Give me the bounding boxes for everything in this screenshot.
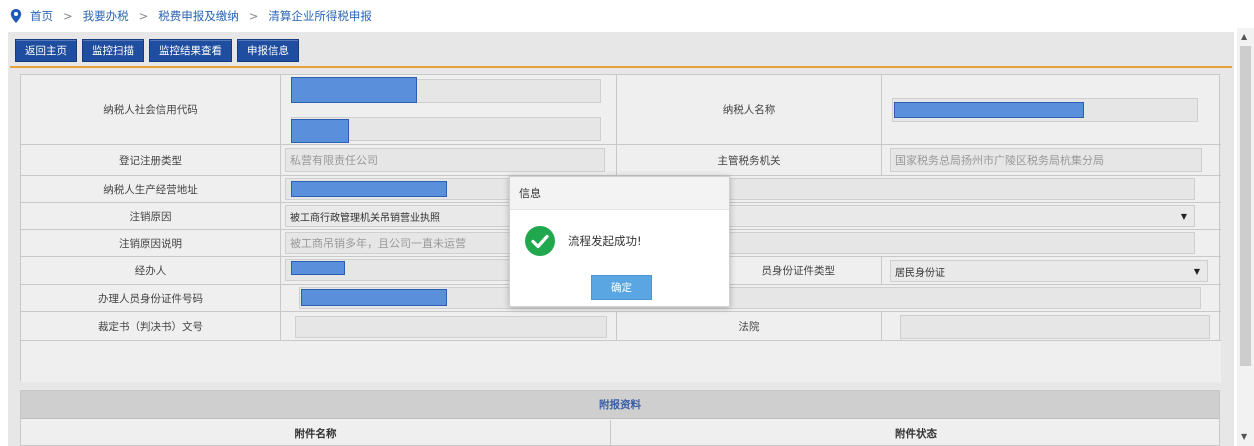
vertical-scrollbar[interactable]: ▲ ▼ — [1237, 28, 1254, 446]
handler-id-cell — [281, 285, 1221, 312]
monitor-scan-button[interactable]: 监控扫描 — [82, 39, 144, 62]
scroll-up-icon[interactable]: ▲ — [1241, 32, 1247, 41]
breadcrumb-tax-service[interactable]: 我要办税 — [83, 8, 129, 24]
court-label: 法院 — [617, 312, 882, 341]
monitor-result-button[interactable]: 监控结果查看 — [149, 39, 232, 62]
credit-code-cell — [281, 75, 617, 145]
breadcrumb-separator: > — [138, 9, 149, 23]
declare-info-button[interactable]: 申报信息 — [237, 39, 299, 62]
taxpayer-name-label: 纳税人名称 — [617, 75, 882, 145]
handler-id-label: 办理人员身份证件号码 — [21, 285, 281, 312]
tax-authority-cell: 国家税务总局扬州市广陵区税务局杭集分局 — [882, 145, 1221, 176]
breadcrumb: 首页 > 我要办税 > 税费申报及缴纳 > 清算企业所得税申报 — [10, 4, 372, 28]
check-circle-icon — [525, 226, 555, 256]
attachment-status-header: 附件状态 — [895, 428, 937, 440]
cancel-desc-input[interactable]: 被工商吊销多年，且公司一直未运营 — [285, 232, 1195, 254]
reg-type-label: 登记注册类型 — [21, 145, 281, 176]
reg-type-input[interactable]: 私营有限责任公司 — [285, 148, 605, 172]
breadcrumb-separator: > — [248, 9, 259, 23]
address-cell — [281, 176, 1221, 203]
redaction-mask — [291, 119, 349, 143]
cancel-reason-select[interactable]: 被工商行政管理机关吊销营业执照 ▼ — [285, 205, 1195, 227]
attachment-name-header: 附件名称 — [21, 420, 611, 446]
cancel-reason-value: 被工商行政管理机关吊销营业执照 — [290, 212, 440, 224]
redaction-mask — [291, 261, 345, 275]
dialog-message: 流程发起成功! — [568, 234, 642, 248]
tax-authority-input[interactable]: 国家税务总局扬州市广陵区税务局杭集分局 — [890, 148, 1202, 172]
breadcrumb-home[interactable]: 首页 — [30, 8, 53, 24]
agent-label: 经办人 — [21, 257, 281, 285]
reg-type-cell: 私营有限责任公司 — [281, 145, 617, 176]
breadcrumb-current: 清算企业所得税申报 — [268, 9, 372, 23]
redaction-mask — [894, 102, 1084, 118]
dialog-body: 流程发起成功! — [524, 225, 642, 257]
info-dialog: 信息 流程发起成功! 确定 — [509, 176, 730, 307]
tax-authority-label: 主管税务机关 — [617, 145, 882, 176]
toolbar-divider — [10, 66, 1232, 68]
ruling-cell — [281, 312, 617, 341]
scrollbar-thumb[interactable] — [1240, 46, 1251, 366]
attachments-title: 附报资料 — [21, 391, 1219, 419]
breadcrumb-declare-pay[interactable]: 税费申报及缴纳 — [158, 8, 239, 24]
page: 首页 > 我要办税 > 税费申报及缴纳 > 清算企业所得税申报 返回主页 监控扫… — [0, 0, 1254, 446]
ruling-label: 裁定书（判决书）文号 — [21, 312, 281, 341]
breadcrumb-separator: > — [63, 9, 73, 23]
form-spacer — [21, 341, 1221, 382]
taxpayer-name-cell — [882, 75, 1221, 145]
caret-down-icon: ▼ — [1180, 211, 1187, 221]
caret-down-icon: ▼ — [1193, 266, 1200, 276]
agent-id-type-value: 居民身份证 — [895, 267, 945, 279]
ruling-input[interactable] — [295, 316, 607, 338]
redaction-mask — [291, 181, 447, 197]
cancel-reason-cell: 被工商行政管理机关吊销营业执照 ▼ — [281, 203, 1221, 230]
location-pin-icon — [10, 9, 22, 23]
cancel-desc-cell: 被工商吊销多年，且公司一直未运营 — [281, 230, 1221, 257]
redaction-mask — [291, 77, 417, 103]
cancel-desc-label: 注销原因说明 — [21, 230, 281, 257]
court-cell — [882, 312, 1221, 341]
back-home-button[interactable]: 返回主页 — [15, 39, 77, 62]
toolbar: 返回主页 监控扫描 监控结果查看 申报信息 — [15, 39, 299, 62]
attachments-table: 附报资料 附件名称 附件状态 — [20, 390, 1220, 446]
credit-code-label: 纳税人社会信用代码 — [21, 75, 281, 145]
scroll-down-icon[interactable]: ▼ — [1241, 432, 1247, 441]
agent-id-type-cell: 居民身份证 ▼ — [882, 257, 1221, 285]
redaction-mask — [301, 289, 447, 306]
confirm-button[interactable]: 确定 — [591, 275, 652, 300]
agent-id-type-select[interactable]: 居民身份证 ▼ — [890, 260, 1208, 282]
dialog-title: 信息 — [510, 177, 729, 210]
cancel-reason-label: 注销原因 — [21, 203, 281, 230]
address-label: 纳税人生产经营地址 — [21, 176, 281, 203]
court-input[interactable] — [900, 315, 1210, 339]
